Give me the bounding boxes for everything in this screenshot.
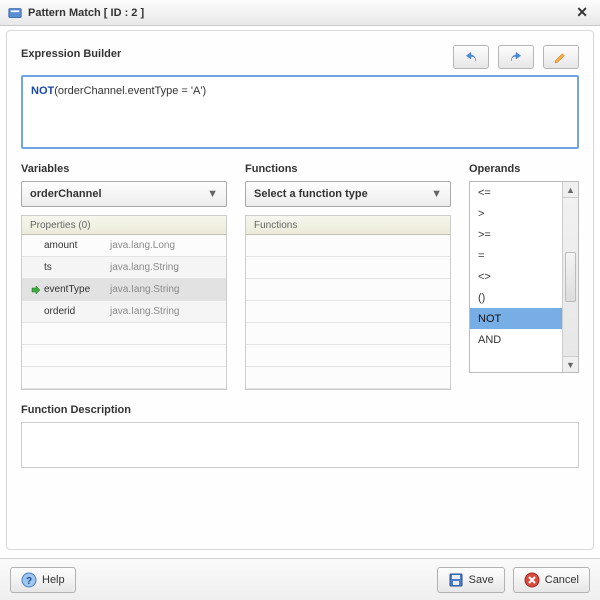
variables-combo[interactable]: orderChannel ▼ [21,181,227,207]
footer: ? Help Save Cancel [0,558,600,600]
save-icon [448,572,464,588]
property-name: amount [44,240,104,251]
cancel-button[interactable]: Cancel [513,567,590,593]
functions-grid [245,235,451,390]
operand-item[interactable]: AND [470,329,562,350]
table-row[interactable]: orderid java.Iang.String [22,301,226,323]
property-type: java.Iang.String [110,284,180,295]
scroll-down-icon[interactable]: ▼ [563,356,578,372]
undo-button[interactable] [453,45,489,69]
expression-textarea[interactable]: NOT(orderChannel.eventType = 'A') [21,75,579,149]
variables-grid: amount java.lang.Long ts java.lang.String ev… [21,235,227,390]
expression-text: (orderChannel.eventType = 'A') [54,85,206,97]
cancel-label: Cancel [545,574,579,586]
operand-item[interactable]: <= [470,182,562,203]
window-title: Pattern Match [ ID : 2 ] [28,7,572,19]
operand-item[interactable]: NOT [470,308,562,329]
row-marker-icon [28,285,44,295]
variables-label: Variables [21,163,227,175]
save-label: Save [469,574,494,586]
chevron-down-icon: ▼ [207,188,218,200]
close-icon[interactable]: ✕ [572,4,592,21]
redo-button[interactable] [498,45,534,69]
table-row[interactable] [22,323,226,345]
functions-combo-text: Select a function type [254,188,368,200]
function-description-label: Function Description [21,404,579,416]
function-description-box [21,422,579,468]
cancel-icon [524,572,540,588]
operands-section: Operands <=>>==<>()NOTAND ▲ ▼ [469,163,579,390]
window-icon [8,6,22,20]
list-item[interactable] [246,257,450,279]
property-name: eventType [44,284,104,295]
main-panel: Expression Builder NOT(orderChannel.even… [6,30,594,550]
list-item[interactable] [246,301,450,323]
svg-text:?: ? [26,576,32,587]
property-type: java.lang.Long [110,240,175,251]
expression-keyword: NOT [31,85,54,97]
variables-grid-header: Properties (0) [21,215,227,235]
edit-button[interactable] [543,45,579,69]
help-label: Help [42,574,65,586]
scrollbar[interactable]: ▲ ▼ [562,182,578,372]
functions-label: Functions [245,163,451,175]
operand-item[interactable]: = [470,245,562,266]
variables-combo-text: orderChannel [30,188,102,200]
save-button[interactable]: Save [437,567,505,593]
operand-item[interactable]: <> [470,266,562,287]
functions-combo[interactable]: Select a function type ▼ [245,181,451,207]
list-item[interactable] [246,345,450,367]
list-item[interactable] [246,235,450,257]
property-name: ts [44,262,104,273]
expression-builder-label: Expression Builder [21,48,121,60]
operands-list: <=>>==<>()NOTAND ▲ ▼ [469,181,579,373]
operand-item[interactable]: > [470,203,562,224]
help-button[interactable]: ? Help [10,567,76,593]
operands-label: Operands [469,163,579,175]
table-row[interactable]: eventType java.Iang.String [22,279,226,301]
functions-section: Functions Select a function type ▼ Funct… [245,163,451,390]
dialog-body: Expression Builder NOT(orderChannel.even… [0,26,600,556]
property-name: orderid [44,306,104,317]
list-item[interactable] [246,279,450,301]
help-icon: ? [21,572,37,588]
table-row[interactable]: amount java.lang.Long [22,235,226,257]
title-bar: Pattern Match [ ID : 2 ] ✕ [0,0,600,26]
operand-item[interactable]: >= [470,224,562,245]
toolbar [447,45,579,69]
list-item[interactable] [246,367,450,389]
scroll-thumb[interactable] [565,252,576,302]
table-row[interactable] [22,345,226,367]
list-item[interactable] [246,323,450,345]
scroll-up-icon[interactable]: ▲ [563,182,578,198]
table-row[interactable]: ts java.lang.String [22,257,226,279]
operand-item[interactable]: () [470,287,562,308]
table-row[interactable] [22,367,226,389]
variables-section: Variables orderChannel ▼ Properties (0) … [21,163,227,390]
property-type: java.lang.String [110,262,179,273]
chevron-down-icon: ▼ [431,188,442,200]
property-type: java.Iang.String [110,306,180,317]
functions-grid-header: Functions [245,215,451,235]
